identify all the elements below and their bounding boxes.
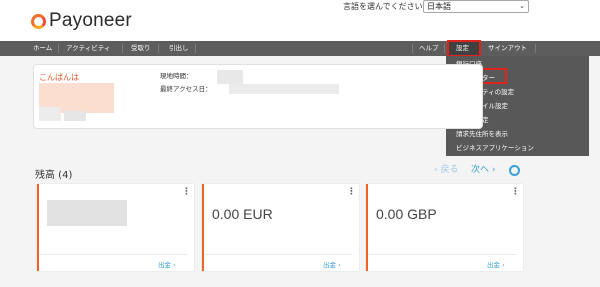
account-summary-card: こんばんは 現地時間： 最終アクセス日：	[33, 64, 483, 129]
withdraw-link[interactable]: 出金 ›	[323, 259, 341, 269]
withdraw-link[interactable]: 出金 ›	[158, 259, 176, 269]
nav-home[interactable]: ホーム	[33, 41, 52, 56]
greeting: こんばんは	[39, 73, 79, 82]
kebab-menu-icon[interactable]: ⋮	[347, 187, 356, 197]
balance-card-1: ⋮ 出金 ›	[37, 184, 194, 271]
menu-item-billing-address[interactable]: 請求先住所を表示	[456, 130, 508, 138]
nav-help[interactable]: ヘルプ	[419, 41, 439, 56]
nav-divider	[412, 44, 413, 53]
kebab-menu-icon[interactable]: ⋮	[511, 187, 520, 197]
card-divider	[368, 254, 517, 255]
card-divider	[39, 254, 188, 255]
card-divider	[204, 254, 353, 255]
payoneer-logo[interactable]: Payoneer	[31, 10, 132, 32]
settings-gear-icon[interactable]	[509, 165, 520, 176]
top-bar: Payoneer 言語を選んでください: 日本語 ⌄	[0, 0, 600, 41]
language-selected-value: 日本語	[427, 2, 451, 11]
balances-title: 残高 (4)	[35, 170, 73, 181]
local-time-label: 現地時間：	[160, 72, 193, 80]
redacted-balance	[47, 200, 127, 226]
nav-divider	[444, 44, 445, 53]
balance-card-gbp: ⋮ 0.00 GBP 出金 ›	[366, 184, 523, 271]
pager-prev[interactable]: ‹ 戻る	[434, 164, 458, 176]
redacted-block	[39, 107, 61, 121]
redacted-block	[64, 111, 86, 121]
balance-amount: 0.00 GBP	[376, 206, 437, 222]
menu-item-business-apps[interactable]: ビジネスアプリケーション	[456, 144, 534, 152]
settings-highlight-box	[447, 40, 481, 57]
chevron-down-icon: ⌄	[519, 2, 525, 10]
main-nav: ホーム アクティビティ 受取り 引出し ヘルプ 設定 サインアウト	[0, 41, 600, 56]
logo-text: Payoneer	[49, 10, 132, 31]
last-access-label: 最終アクセス日：	[160, 85, 212, 93]
logo-ring-icon	[31, 13, 46, 29]
nav-divider	[535, 44, 536, 53]
nav-divider	[122, 44, 123, 53]
balance-card-eur: ⋮ 0.00 EUR 出金 ›	[202, 184, 359, 271]
nav-receive[interactable]: 受取り	[131, 41, 151, 56]
redacted-last-access	[229, 84, 339, 94]
nav-divider	[158, 44, 159, 53]
language-label: 言語を選んでください:	[343, 2, 426, 11]
redacted-local-time	[217, 70, 243, 84]
nav-divider	[195, 44, 196, 53]
language-select[interactable]: 日本語 ⌄	[423, 0, 529, 13]
nav-divider	[58, 44, 59, 53]
withdraw-link[interactable]: 出金 ›	[487, 259, 505, 269]
kebab-menu-icon[interactable]: ⋮	[182, 187, 191, 197]
nav-withdraw[interactable]: 引出し	[169, 41, 189, 56]
balance-amount: 0.00 EUR	[212, 206, 273, 222]
pager-next[interactable]: 次へ ›	[471, 164, 495, 176]
nav-signout[interactable]: サインアウト	[488, 41, 527, 56]
nav-activity[interactable]: アクティビティ	[66, 41, 110, 56]
